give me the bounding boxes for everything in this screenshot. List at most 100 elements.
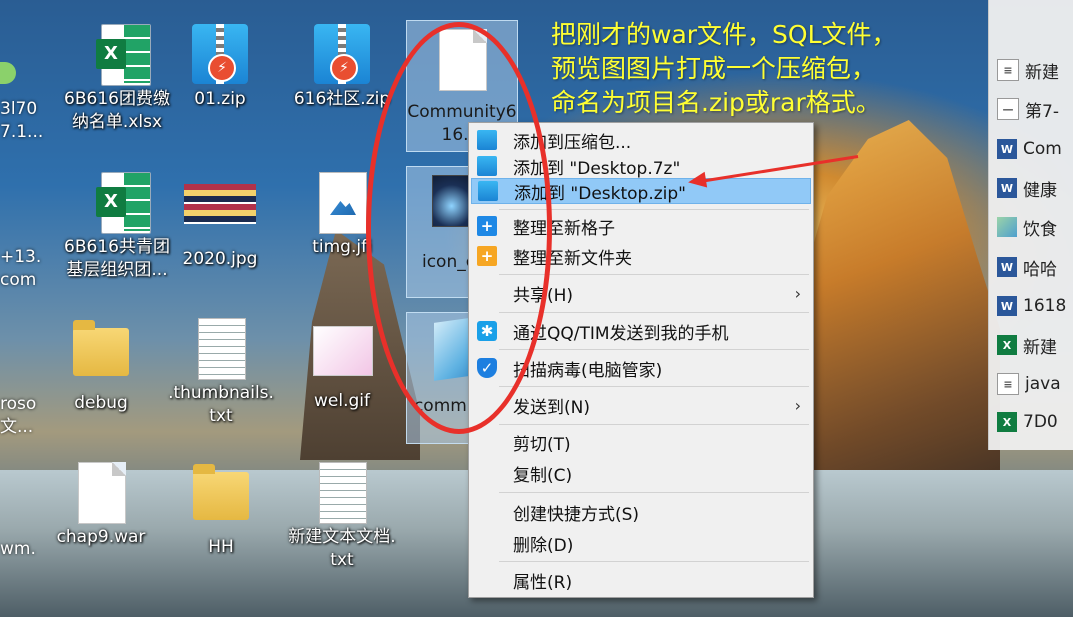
desktop-icon-label: HH xyxy=(208,537,234,557)
word-icon: W xyxy=(997,178,1017,198)
green-refresh-icon xyxy=(0,62,16,84)
excel-icon: X xyxy=(997,412,1017,432)
text-file-icon xyxy=(191,318,251,382)
left-edge-item[interactable]: roso 文... xyxy=(0,393,36,439)
word-icon: W xyxy=(997,257,1017,277)
doc-icon: — xyxy=(997,98,1019,120)
file-list-label: 新建 xyxy=(1025,62,1059,83)
menu-item-label: 复制(C) xyxy=(513,465,573,486)
desktop-icon-label: 2020.jpg xyxy=(182,249,258,269)
file-list-item[interactable]: ≡ 新建 xyxy=(997,58,1073,83)
menu-separator xyxy=(499,492,809,493)
desktop-icon-label: 新建文本文档.txt xyxy=(288,527,396,570)
image-file-icon xyxy=(312,172,372,236)
chevron-right-icon: › xyxy=(794,395,801,415)
image-file-icon xyxy=(184,184,256,248)
menu-separator xyxy=(499,424,809,425)
zip-archive-icon: ⚡ xyxy=(190,24,250,88)
folder-icon xyxy=(71,320,131,392)
desktop-icon-thumbnails[interactable]: .thumbnails.txt xyxy=(166,318,276,428)
excel-icon: X xyxy=(997,335,1017,355)
file-list-label: 新建 xyxy=(1023,337,1057,358)
file-list-label: 饮食 xyxy=(1023,219,1057,240)
blank-file-icon xyxy=(71,462,131,526)
word-icon: W xyxy=(997,139,1017,159)
menu-item-label: 属性(R) xyxy=(513,572,573,593)
excel-file-icon: X xyxy=(87,24,151,88)
desktop-icon-xlsx-league[interactable]: X 6B616共青团基层组织团... xyxy=(62,172,172,282)
left-edge-item[interactable]: 3l70 7.1... xyxy=(0,98,43,144)
menu-separator xyxy=(499,561,809,562)
file-list-label: 哈哈 xyxy=(1023,259,1057,280)
image-icon xyxy=(997,217,1017,237)
left-edge-label: roso xyxy=(0,394,37,414)
menu-item-copy[interactable]: 复制(C) xyxy=(471,460,811,486)
desktop-icon-label: .thumbnails.txt xyxy=(168,383,274,426)
desktop-icon-01-zip[interactable]: ⚡ 01.zip xyxy=(165,24,275,111)
menu-item-send-to[interactable]: 发送到(N) › xyxy=(471,392,811,418)
menu-separator xyxy=(499,349,809,350)
menu-item-delete[interactable]: 删除(D) xyxy=(471,530,811,556)
menu-item-label: 删除(D) xyxy=(513,535,574,556)
menu-item-label: 创建快捷方式(S) xyxy=(513,504,640,525)
zip-archive-icon: ⚡ xyxy=(312,24,372,88)
left-edge-label: +13. xyxy=(0,247,42,267)
pointer-arrow-head xyxy=(686,171,708,191)
file-list-item[interactable]: — 第7- xyxy=(997,97,1073,122)
file-list-item[interactable]: X 7D0 xyxy=(997,410,1073,434)
chevron-right-icon: › xyxy=(794,283,801,303)
left-edge-item[interactable]: +13. com xyxy=(0,246,41,292)
annotation-line: 命名为项目名.zip或rar格式。 xyxy=(551,88,881,117)
file-list-panel: ≡ 新建 — 第7- W Com W 健康 饮食 W 哈哈 W 1618 X 新建 ≡ java… xyxy=(988,0,1073,450)
doc-icon: ≡ xyxy=(997,59,1019,81)
menu-item-properties[interactable]: 属性(R) xyxy=(471,567,811,593)
desktop-icon-new-txt[interactable]: 新建文本文档.txt xyxy=(287,462,397,572)
desktop-icon-chap9-war[interactable]: chap9.war xyxy=(46,462,156,549)
desktop-icon-label: 01.zip xyxy=(194,89,246,109)
desktop-icon-xlsx-fee[interactable]: X 6B616团费缴纳名单.xlsx xyxy=(62,24,172,134)
text-file-icon xyxy=(312,462,372,526)
desktop-icon-616-zip[interactable]: ⚡ 616社区.zip xyxy=(287,24,397,111)
file-list-item[interactable]: W Com xyxy=(997,137,1073,161)
left-edge-label: 7.1... xyxy=(0,122,44,142)
annotation-line: 把刚才的war文件，SQL文件， xyxy=(551,20,897,49)
file-list-item[interactable]: ≡ java xyxy=(997,372,1073,396)
file-list-label: Com xyxy=(1023,139,1062,159)
desktop-icon-label: 6B616团费缴纳名单.xlsx xyxy=(64,89,170,132)
file-list-label: 1618 xyxy=(1023,296,1067,316)
desktop-icon-label: chap9.war xyxy=(56,527,146,547)
annotation-line: 预览图图片打成一个压缩包， xyxy=(551,54,877,83)
desktop-icon-label: debug xyxy=(74,393,128,413)
menu-separator xyxy=(499,312,809,313)
left-edge-label: 3l70 xyxy=(0,99,38,119)
desktop-icon-debug[interactable]: debug xyxy=(46,318,156,415)
file-list-item[interactable]: W 哈哈 xyxy=(997,255,1073,280)
instruction-annotation: 把刚才的war文件，SQL文件， 预览图图片打成一个压缩包， 命名为项目名.zi… xyxy=(551,18,971,120)
desktop-icon-2020-jpg[interactable]: 2020.jpg xyxy=(165,172,275,271)
file-list-item[interactable]: X 新建 xyxy=(997,333,1073,358)
gif-file-icon xyxy=(312,326,373,390)
file-list-item[interactable]: W 1618 xyxy=(997,294,1073,318)
word-icon: W xyxy=(997,296,1017,316)
excel-file-icon: X xyxy=(87,172,151,236)
left-edge-item[interactable]: wm. xyxy=(0,538,36,561)
menu-item-label: 扫描病毒(电脑管家) xyxy=(513,360,663,381)
left-edge-label: 文... xyxy=(0,417,34,437)
desktop-icon-hh[interactable]: HH xyxy=(166,462,276,559)
folder-icon xyxy=(191,464,251,536)
menu-item-label: 发送到(N) xyxy=(513,397,590,418)
left-edge-label: wm. xyxy=(0,539,36,559)
file-list-label: java xyxy=(1025,374,1061,394)
desktop-icon-label: 616社区.zip xyxy=(293,89,391,109)
selection-highlight-ellipse xyxy=(366,22,552,434)
left-edge-label: com xyxy=(0,270,37,290)
doc-icon: ≡ xyxy=(997,373,1019,395)
menu-item-cut[interactable]: 剪切(T) xyxy=(471,429,811,455)
menu-item-create-shortcut[interactable]: 创建快捷方式(S) xyxy=(471,499,811,525)
file-list-label: 7D0 xyxy=(1023,412,1058,432)
menu-item-label: 通过QQ/TIM发送到我的手机 xyxy=(513,323,729,344)
file-list-item[interactable]: 饮食 xyxy=(997,215,1073,240)
file-list-item[interactable]: W 健康 xyxy=(997,176,1073,201)
menu-item-label: 剪切(T) xyxy=(513,434,571,455)
file-list-label: 第7- xyxy=(1025,101,1059,122)
